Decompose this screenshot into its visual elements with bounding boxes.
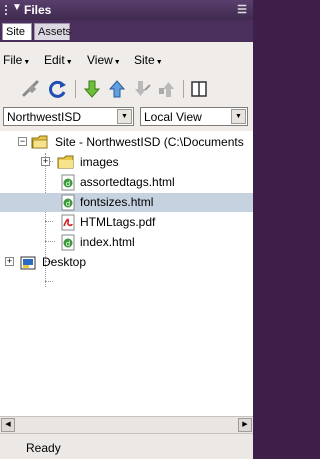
- chevron-down-icon: ▼: [113, 59, 121, 66]
- menu-site[interactable]: Site▼: [134, 53, 163, 67]
- scroll-left-icon[interactable]: ◀: [1, 418, 15, 432]
- chevron-down-icon[interactable]: ▼: [117, 109, 132, 124]
- toolbar-separator: [75, 80, 76, 98]
- refresh-icon[interactable]: [47, 78, 69, 100]
- pdf-file-icon: [59, 214, 77, 231]
- tree-row-file-selected[interactable]: d fontsizes.html: [0, 193, 253, 212]
- tree-row-desktop[interactable]: + Desktop: [0, 253, 253, 272]
- status-bar: Ready: [0, 433, 253, 459]
- menu-site-label: Site: [134, 53, 155, 67]
- connect-icon[interactable]: [21, 78, 43, 100]
- chevron-down-icon: ▼: [23, 59, 31, 66]
- tree-label: HTMLtags.pdf: [80, 215, 156, 229]
- panel-body: File▼ Edit▼ View▼ Site▼ NorthwestISD ▼ L…: [0, 42, 253, 459]
- tree-label: images: [80, 155, 119, 169]
- folder-icon: [57, 154, 75, 171]
- menu-view[interactable]: View▼: [87, 53, 121, 67]
- menu-view-label: View: [87, 53, 113, 67]
- tree-label: fontsizes.html: [80, 195, 154, 209]
- files-panel: ▼ Files ☰ Site Assets File▼ Edit▼ View▼ …: [0, 0, 253, 459]
- tree-label: Site - NorthwestISD (C:\Documents: [55, 135, 244, 149]
- chevron-down-icon: ▼: [155, 59, 163, 66]
- horizontal-scrollbar[interactable]: ◀ ▶: [0, 416, 253, 433]
- collapse-arrow-icon[interactable]: ▼: [12, 2, 22, 13]
- panel-title: Files: [24, 3, 52, 17]
- scroll-right-icon[interactable]: ▶: [238, 418, 252, 432]
- site-select-value: NorthwestISD: [7, 110, 82, 124]
- tree-label: assortedtags.html: [80, 175, 175, 189]
- menu-edit[interactable]: Edit▼: [44, 53, 73, 67]
- html-file-icon: d: [59, 174, 77, 191]
- view-select[interactable]: Local View ▼: [140, 107, 248, 126]
- gripper-icon[interactable]: [4, 4, 8, 16]
- tree-row-folder[interactable]: + images: [0, 153, 253, 172]
- svg-text:d: d: [66, 200, 70, 208]
- check-out-icon[interactable]: [131, 78, 153, 100]
- get-icon[interactable]: [81, 78, 103, 100]
- put-icon[interactable]: [106, 78, 128, 100]
- tree-row-file[interactable]: d index.html: [0, 233, 253, 252]
- view-select-value: Local View: [144, 110, 202, 124]
- status-text: Ready: [26, 441, 61, 455]
- tree-row-site-root[interactable]: − Site - NorthwestISD (C:\Documents: [0, 133, 253, 152]
- tab-assets[interactable]: Assets: [34, 23, 71, 40]
- svg-text:d: d: [66, 180, 70, 188]
- tree-label: index.html: [80, 235, 135, 249]
- menu-file-label: File: [3, 53, 23, 67]
- menu-file[interactable]: File▼: [3, 53, 30, 67]
- tree-label: Desktop: [42, 255, 87, 269]
- collapse-icon[interactable]: −: [18, 137, 27, 146]
- tree-row-file[interactable]: d assortedtags.html: [0, 173, 253, 192]
- desktop-icon: [19, 254, 37, 271]
- tree-row-file[interactable]: HTMLtags.pdf: [0, 213, 253, 232]
- chevron-down-icon[interactable]: ▼: [231, 109, 246, 124]
- tab-site[interactable]: Site: [2, 23, 32, 40]
- panel-title-bar[interactable]: ▼ Files ☰: [0, 0, 253, 20]
- tree-connector: [45, 281, 53, 282]
- expand-icon[interactable]: [188, 78, 210, 100]
- site-select[interactable]: NorthwestISD ▼: [3, 107, 134, 126]
- select-row: NorthwestISD ▼ Local View ▼: [0, 107, 253, 127]
- folder-open-icon: [31, 134, 49, 151]
- toolbar-separator: [183, 80, 184, 98]
- toolbar: [0, 76, 253, 102]
- chevron-down-icon: ▼: [65, 59, 73, 66]
- expand-icon[interactable]: +: [5, 257, 14, 266]
- svg-text:d: d: [66, 240, 70, 248]
- html-file-icon: d: [59, 194, 77, 211]
- menu-edit-label: Edit: [44, 53, 65, 67]
- panel-options-menu-icon[interactable]: ☰: [237, 3, 247, 16]
- check-in-icon[interactable]: [156, 78, 178, 100]
- menu-bar: File▼ Edit▼ View▼ Site▼: [0, 50, 253, 70]
- html-file-icon: d: [59, 234, 77, 251]
- panel-tabs: Site Assets: [0, 20, 253, 42]
- expand-icon[interactable]: +: [41, 157, 50, 166]
- file-tree: − Site - NorthwestISD (C:\Documents + im…: [0, 131, 253, 416]
